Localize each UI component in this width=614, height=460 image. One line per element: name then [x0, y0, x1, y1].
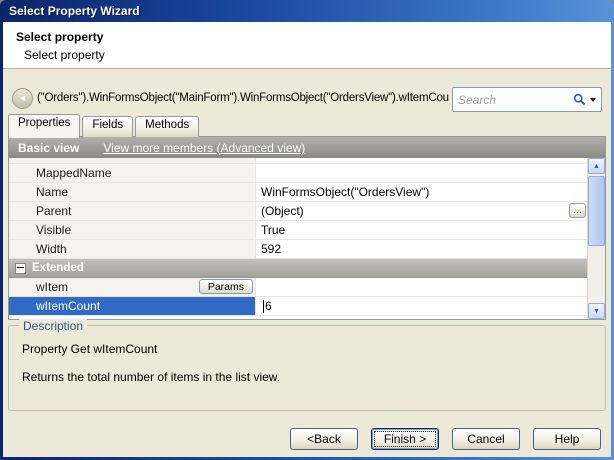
- scrollbar-thumb[interactable]: [588, 176, 605, 246]
- ellipsis-button[interactable]: ...: [569, 203, 586, 218]
- property-name: Name: [36, 185, 68, 199]
- table-row-visible[interactable]: Visible True: [9, 221, 588, 240]
- scroll-up-icon: ▲: [593, 163, 600, 170]
- property-name-cell: wItemCount: [9, 297, 256, 315]
- group-label: Extended: [32, 262, 84, 274]
- property-name-cell: Width: [9, 240, 256, 258]
- description-text: Returns the total number of items in the…: [22, 370, 280, 384]
- property-value: (Object): [261, 204, 304, 218]
- property-value: True: [261, 223, 285, 237]
- back-button[interactable]: <Back: [290, 428, 358, 450]
- wizard-header: Select property Select property: [3, 22, 611, 69]
- table-row-witem[interactable]: wItem Params: [9, 278, 588, 297]
- property-name: wItemCount: [36, 299, 100, 313]
- property-name-cell: MappedName: [9, 164, 256, 182]
- title-bar[interactable]: Select Property Wizard: [0, 0, 614, 22]
- property-value: WinFormsObject("OrdersView"): [261, 185, 429, 199]
- property-value: 592: [261, 242, 281, 256]
- search-icon[interactable]: [573, 93, 586, 106]
- help-button[interactable]: Help: [533, 428, 601, 450]
- tab-strip: Properties Fields Methods: [8, 117, 201, 137]
- table-row-mappedname[interactable]: MappedName: [9, 164, 588, 183]
- dialog-buttons: <Back Finish > Cancel Help: [3, 428, 611, 450]
- search-controls: [573, 93, 601, 106]
- select-property-wizard-window: Select Property Wizard Select property S…: [0, 0, 614, 460]
- property-value-cell[interactable]: 6: [256, 297, 588, 315]
- cancel-button[interactable]: Cancel: [452, 428, 520, 450]
- properties-panel: Basic view View more members (Advanced v…: [8, 136, 606, 320]
- property-name-cell: Visible: [9, 221, 256, 239]
- property-value-cell: [256, 164, 588, 182]
- vertical-scrollbar[interactable]: ▲ ▼: [587, 158, 605, 319]
- table-row-name[interactable]: Name WinFormsObject("OrdersView"): [9, 183, 588, 202]
- back-arrow-icon: ◄: [18, 94, 27, 103]
- wizard-step-subtitle: Select property: [24, 48, 105, 62]
- property-name-cell: Name: [9, 183, 256, 201]
- advanced-view-link[interactable]: View more members (Advanced view): [103, 141, 305, 155]
- table-row-witemcount[interactable]: wItemCount 6: [9, 297, 588, 316]
- property-name-cell: [9, 158, 256, 163]
- property-name: Visible: [36, 223, 71, 237]
- property-name: wItem: [36, 280, 68, 294]
- property-name: MappedName: [36, 166, 111, 180]
- params-button[interactable]: Params: [199, 279, 253, 294]
- description-signature: Property Get wItemCount: [22, 342, 157, 356]
- text-caret: [263, 300, 264, 313]
- dialog-body: Select property Select property ◄ ("Orde…: [3, 22, 611, 457]
- property-grid: MappedName Name WinFormsObject("OrdersVi…: [9, 158, 588, 319]
- scroll-down-button[interactable]: ▼: [588, 303, 605, 319]
- object-path: ("Orders").WinFormsObject("MainForm").Wi…: [37, 92, 449, 104]
- property-value-cell: (Object) ...: [256, 202, 588, 220]
- table-row-parent[interactable]: Parent (Object) ...: [9, 202, 588, 221]
- group-row-extended[interactable]: Extended: [9, 259, 588, 278]
- window-title: Select Property Wizard: [9, 4, 140, 18]
- tab-methods[interactable]: Methods: [135, 116, 199, 137]
- table-row-width[interactable]: Width 592: [9, 240, 588, 259]
- property-name-cell: Parent: [9, 202, 256, 220]
- scroll-down-icon: ▼: [593, 308, 600, 315]
- property-value-cell: True: [256, 221, 588, 239]
- object-toolbar: ◄ ("Orders").WinFormsObject("MainForm").…: [3, 68, 611, 112]
- view-header: Basic view View more members (Advanced v…: [9, 137, 605, 158]
- property-value-cell: WinFormsObject("OrdersView"): [256, 183, 588, 201]
- collapse-icon[interactable]: [15, 263, 26, 274]
- description-group: Description Property Get wItemCount Retu…: [8, 325, 606, 411]
- property-value-cell: 592: [256, 240, 588, 258]
- search-dropdown-icon[interactable]: [590, 98, 596, 102]
- property-name: Parent: [36, 204, 71, 218]
- description-group-label: Description: [19, 319, 87, 333]
- view-mode-label: Basic view: [18, 141, 79, 155]
- property-name: Width: [36, 242, 67, 256]
- property-value-cell: [256, 158, 588, 163]
- tab-fields[interactable]: Fields: [82, 116, 133, 137]
- search-box[interactable]: [452, 87, 602, 112]
- tab-properties[interactable]: Properties: [8, 114, 80, 138]
- property-value-cell: [256, 278, 588, 296]
- scroll-up-button[interactable]: ▲: [588, 158, 605, 174]
- property-name-cell: wItem Params: [9, 278, 256, 296]
- navigate-back-button[interactable]: ◄: [12, 88, 33, 109]
- search-input[interactable]: [453, 93, 573, 107]
- wizard-step-title: Select property: [16, 30, 103, 44]
- property-value: 6: [265, 299, 272, 313]
- finish-button[interactable]: Finish >: [371, 428, 439, 450]
